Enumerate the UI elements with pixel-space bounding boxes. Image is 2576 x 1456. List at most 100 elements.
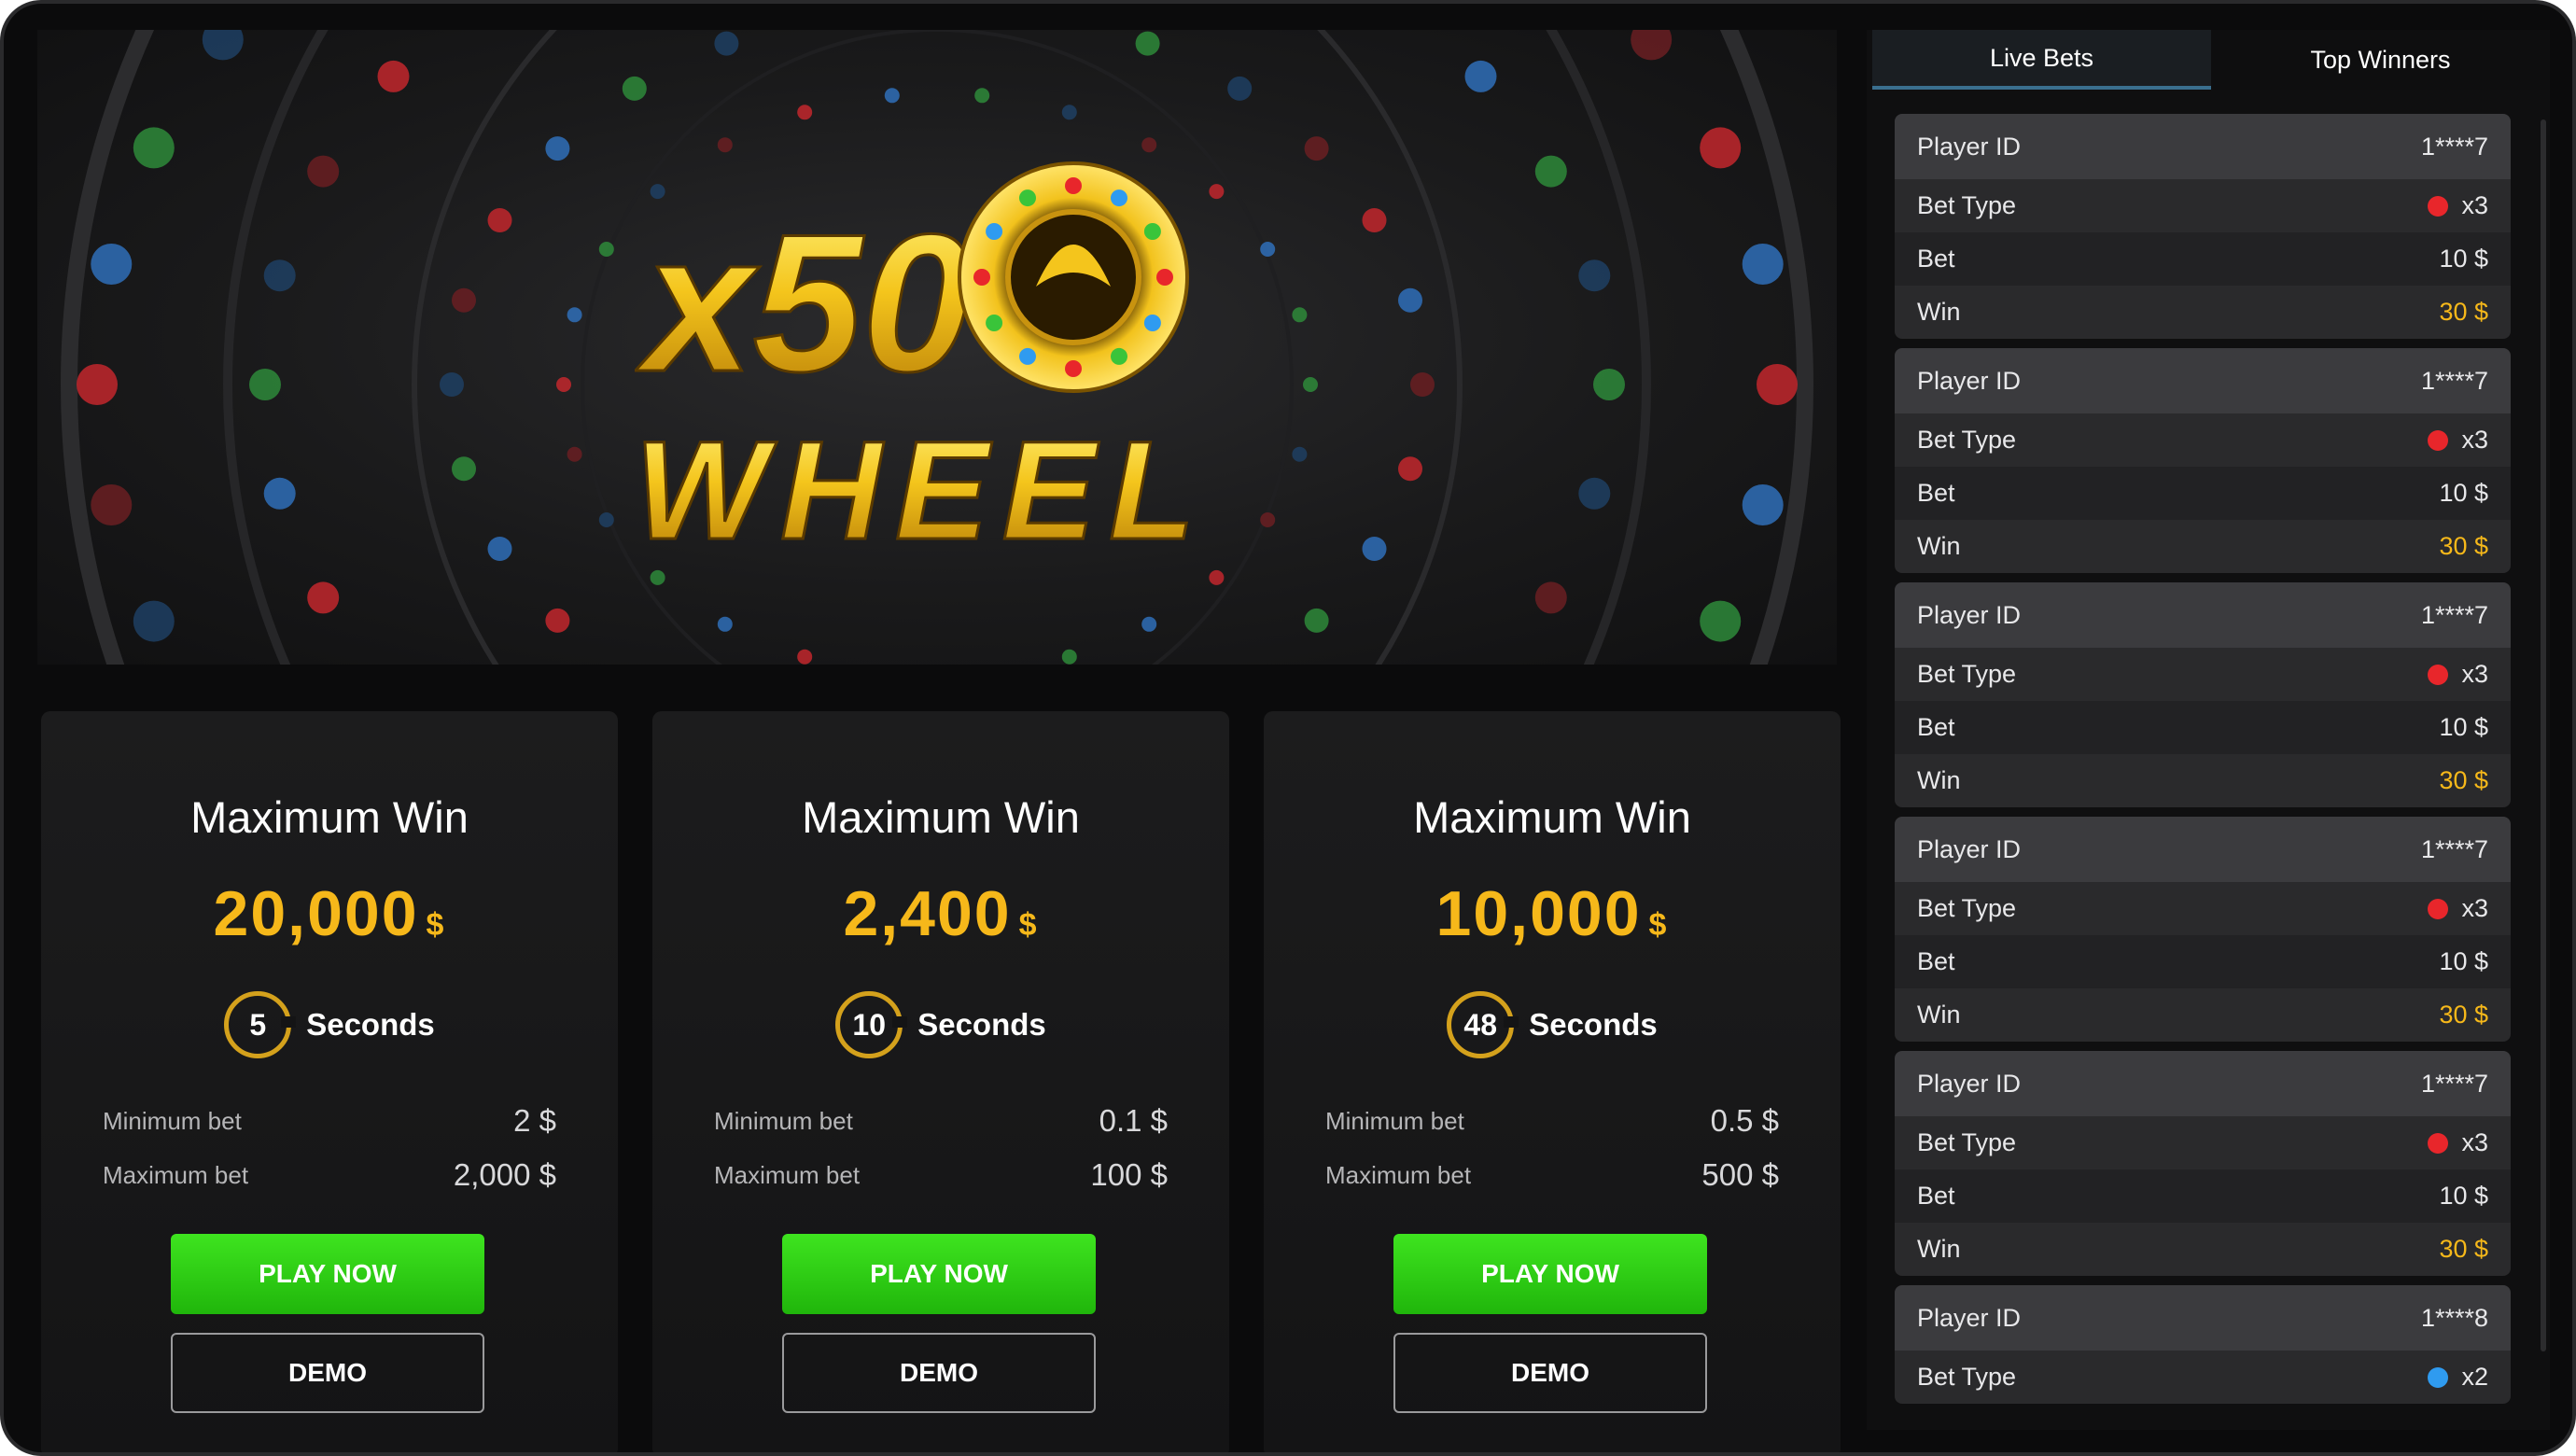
decor-dot bbox=[545, 136, 570, 161]
card-title: Maximum Win bbox=[1413, 792, 1691, 842]
logo-gem bbox=[986, 223, 1003, 240]
decor-dot bbox=[377, 60, 410, 92]
decor-dot bbox=[598, 512, 614, 527]
decor-dot bbox=[1061, 105, 1077, 120]
decor-dot bbox=[1700, 600, 1742, 642]
logo-gem bbox=[1111, 189, 1127, 207]
decor-dot bbox=[91, 484, 133, 525]
bet-type-row: Bet Type x3 bbox=[1895, 882, 2511, 935]
bet-amount-row: Bet 10 $ bbox=[1895, 232, 2511, 286]
game-card-20000: Maximum Win 20,000 $ 5 Seconds Minimum be… bbox=[41, 711, 618, 1452]
decor-dot bbox=[797, 649, 813, 665]
decor-dot bbox=[1700, 127, 1742, 169]
decor-dot bbox=[1061, 649, 1077, 665]
decor-dot bbox=[974, 88, 990, 104]
card-title: Maximum Win bbox=[190, 792, 469, 842]
bet-entry: Player ID 1****7 Bet Type x3 Bet 10 $ Win 30 $ bbox=[1895, 582, 2511, 807]
bet-player-row: Player ID 1****8 bbox=[1895, 1285, 2511, 1351]
logo-gem bbox=[1143, 315, 1161, 331]
bet-type-row: Bet Type x3 bbox=[1895, 179, 2511, 232]
timer-clock-icon: 10 bbox=[835, 991, 908, 1058]
bet-type-row: Bet Type x2 bbox=[1895, 1351, 2511, 1404]
logo-gem bbox=[1065, 360, 1082, 377]
decor-dot bbox=[1135, 31, 1160, 56]
game-banner[interactable]: x50 WHEEL bbox=[37, 30, 1837, 665]
bet-entry: Player ID 1****7 Bet Type x3 Bet 10 $ Win 30 $ bbox=[1895, 348, 2511, 573]
bet-limits: Minimum bet 0.5 $ Maximum bet 500 $ bbox=[1325, 1103, 1779, 1192]
bet-amount-row: Bet 10 $ bbox=[1895, 467, 2511, 520]
decor-dot bbox=[797, 105, 813, 120]
decor-dot bbox=[133, 600, 175, 642]
bet-win-row: Win 30 $ bbox=[1895, 1223, 2511, 1276]
decor-dot bbox=[1578, 477, 1611, 510]
decor-dot bbox=[307, 155, 340, 188]
live-bets-list: Player ID 1****7 Bet Type x3 Bet 10 $ Win 30 $ P… bbox=[1895, 114, 2511, 1430]
decor-dot bbox=[1534, 155, 1567, 188]
decor-dot bbox=[487, 208, 512, 232]
main-area: x50 WHEEL Maximum Win 20,000 $ 5 Seconds … bbox=[37, 30, 1841, 1452]
demo-button[interactable]: DEMO bbox=[1393, 1333, 1707, 1413]
decor-dot bbox=[1410, 372, 1435, 397]
x50-wheel-logo: x50 WHEEL bbox=[635, 147, 1269, 576]
demo-button[interactable]: DEMO bbox=[782, 1333, 1096, 1413]
bet-entry: Player ID 1****7 Bet Type x3 Bet 10 $ Win 30 $ bbox=[1895, 817, 2511, 1042]
bets-scrollbar[interactable] bbox=[2541, 119, 2546, 1351]
logo-gem bbox=[1111, 347, 1127, 365]
decor-dot bbox=[1292, 307, 1308, 323]
bet-color-dot-icon bbox=[2428, 195, 2449, 217]
decor-dot bbox=[1292, 446, 1308, 462]
decor-dot bbox=[202, 30, 244, 61]
bets-tabs: Live Bets Top Winners bbox=[1872, 30, 2550, 90]
demo-button[interactable]: DEMO bbox=[171, 1333, 484, 1413]
decor-dot bbox=[1303, 377, 1318, 392]
bet-color-dot-icon bbox=[2428, 898, 2449, 919]
decor-dot bbox=[1304, 608, 1329, 633]
round-timer: 5 Seconds bbox=[41, 991, 618, 1058]
decor-dot bbox=[567, 307, 582, 323]
bet-amount-row: Bet 10 $ bbox=[1895, 1169, 2511, 1223]
logo-gem bbox=[1065, 177, 1082, 194]
play-now-button[interactable]: PLAY NOW bbox=[171, 1234, 484, 1314]
decor-dot bbox=[77, 364, 118, 405]
decor-dot bbox=[1534, 581, 1567, 614]
bet-type-row: Bet Type x3 bbox=[1895, 648, 2511, 701]
play-now-button[interactable]: PLAY NOW bbox=[782, 1234, 1096, 1314]
timer-clock-icon: 5 bbox=[224, 991, 297, 1058]
bet-entry: Player ID 1****7 Bet Type x3 Bet 10 $ Win 30 $ bbox=[1895, 1051, 2511, 1276]
max-win-amount: 10,000 $ bbox=[1435, 878, 1669, 949]
decor-dot bbox=[1578, 259, 1611, 292]
bet-win-row: Win 30 $ bbox=[1895, 286, 2511, 339]
decor-dot bbox=[717, 616, 733, 632]
decor-dot bbox=[622, 76, 647, 101]
card-title: Maximum Win bbox=[802, 792, 1080, 842]
tab-top-winners[interactable]: Top Winners bbox=[2211, 30, 2550, 90]
decor-dot bbox=[263, 477, 296, 510]
decor-dot bbox=[1304, 136, 1329, 161]
decor-dot bbox=[545, 608, 570, 633]
bet-win-row: Win 30 $ bbox=[1895, 754, 2511, 807]
decor-dot bbox=[1631, 30, 1673, 61]
decor-dot bbox=[884, 88, 900, 104]
decor-dot bbox=[249, 369, 281, 400]
decor-dot bbox=[714, 31, 739, 56]
timer-clock-icon: 48 bbox=[1447, 991, 1519, 1058]
decor-dot bbox=[1141, 616, 1157, 632]
decor-dot bbox=[133, 127, 175, 169]
decor-dot bbox=[1464, 60, 1497, 92]
decor-dot bbox=[1398, 287, 1422, 313]
decor-dot bbox=[1398, 456, 1422, 482]
decor-dot bbox=[1362, 537, 1387, 561]
bet-type-row: Bet Type x3 bbox=[1895, 1116, 2511, 1169]
decor-dot bbox=[556, 377, 571, 392]
bet-entry: Player ID 1****8 Bet Type x2 bbox=[1895, 1285, 2511, 1404]
bet-color-dot-icon bbox=[2428, 1132, 2449, 1154]
logo-gem bbox=[1156, 269, 1173, 286]
bet-player-row: Player ID 1****7 bbox=[1895, 582, 2511, 648]
logo-gem bbox=[1143, 223, 1161, 240]
play-now-button[interactable]: PLAY NOW bbox=[1393, 1234, 1707, 1314]
decor-dot bbox=[452, 456, 476, 482]
decor-dot bbox=[91, 244, 133, 285]
decor-dot bbox=[452, 287, 476, 313]
tab-live-bets[interactable]: Live Bets bbox=[1872, 30, 2211, 90]
app-window: x50 WHEEL Maximum Win 20,000 $ 5 Seconds … bbox=[0, 0, 2576, 1456]
